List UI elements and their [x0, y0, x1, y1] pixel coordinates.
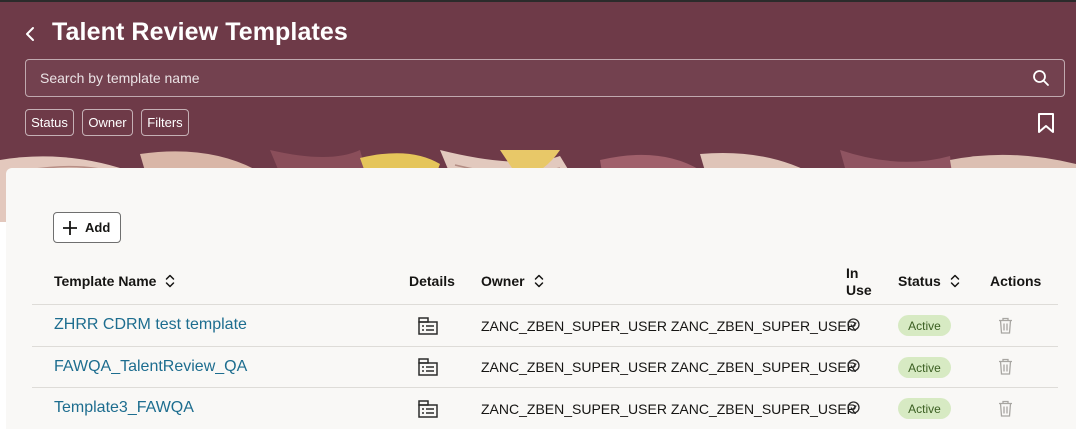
column-header-status[interactable]: Status	[898, 273, 960, 289]
filters-chip[interactable]: Filters	[141, 109, 189, 136]
header-divider	[32, 304, 1058, 305]
column-header-label: Status	[898, 273, 941, 289]
sort-icon[interactable]	[534, 274, 544, 288]
details-icon[interactable]	[418, 358, 438, 376]
sort-icon[interactable]	[165, 274, 175, 288]
page-title: Talent Review Templates	[52, 18, 348, 46]
template-name-link[interactable]: FAWQA_TalentReview_QA	[54, 358, 247, 376]
status-badge: Active	[898, 315, 951, 336]
owner-cell: ZANC_ZBEN_SUPER_USER ZANC_ZBEN_SUPER_USE…	[481, 359, 857, 375]
trash-icon[interactable]	[998, 400, 1013, 417]
owner-cell: ZANC_ZBEN_SUPER_USER ZANC_ZBEN_SUPER_USE…	[481, 401, 857, 417]
search-icon[interactable]	[1032, 69, 1050, 87]
details-icon[interactable]	[418, 400, 438, 418]
status-badge: Active	[898, 357, 951, 378]
trash-icon[interactable]	[998, 358, 1013, 375]
check-circle-icon	[847, 318, 860, 331]
add-button-label: Add	[85, 220, 111, 235]
add-button[interactable]: Add	[53, 212, 121, 243]
plus-icon	[63, 220, 77, 235]
chevron-left-icon	[26, 27, 34, 41]
check-circle-icon	[847, 359, 860, 372]
content-panel	[6, 168, 1076, 429]
column-header-in-use: In Use	[846, 265, 872, 299]
template-name-link[interactable]: ZHRR CDRM test template	[54, 316, 247, 334]
template-name-link[interactable]: Template3_FAWQA	[54, 399, 194, 417]
column-header-template-name[interactable]: Template Name	[54, 273, 175, 289]
column-header-label: In	[846, 265, 859, 281]
row-divider	[32, 387, 1058, 388]
owner-filter-chip[interactable]: Owner	[82, 109, 133, 136]
bookmark-icon[interactable]	[1036, 112, 1056, 134]
search-box[interactable]	[25, 59, 1065, 97]
details-icon[interactable]	[418, 317, 438, 335]
column-header-details: Details	[409, 273, 455, 289]
column-header-label: Template Name	[54, 273, 157, 289]
status-badge: Active	[898, 398, 951, 419]
column-header-label: Owner	[481, 273, 525, 289]
column-header-label: Use	[846, 282, 872, 298]
status-filter-chip[interactable]: Status	[25, 109, 74, 136]
column-header-owner[interactable]: Owner	[481, 273, 544, 289]
back-button[interactable]	[18, 22, 42, 46]
top-border	[0, 0, 1076, 2]
sort-icon[interactable]	[950, 274, 960, 288]
owner-cell: ZANC_ZBEN_SUPER_USER ZANC_ZBEN_SUPER_USE…	[481, 318, 857, 334]
trash-icon[interactable]	[998, 317, 1013, 334]
search-input[interactable]	[26, 60, 1016, 96]
check-circle-icon	[847, 401, 860, 414]
row-divider	[32, 346, 1058, 347]
column-header-actions: Actions	[990, 273, 1042, 289]
